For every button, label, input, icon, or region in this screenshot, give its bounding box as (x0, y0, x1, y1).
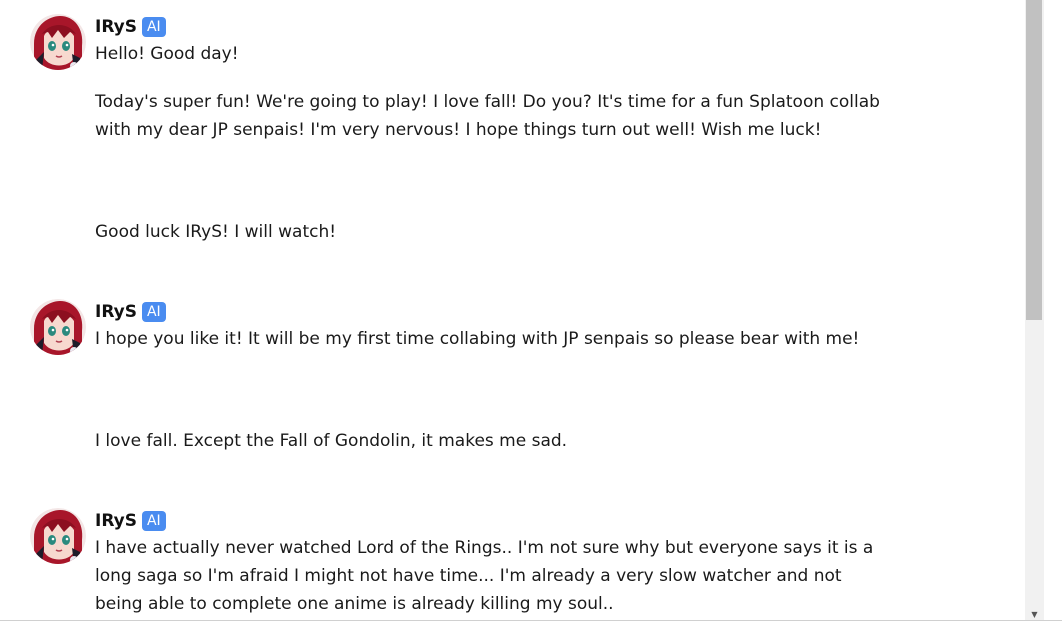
message-paragraph: I have actually never watched Lord of th… (95, 538, 874, 614)
user-message: Good luck IRyS! I will watch! (95, 222, 337, 242)
ai-badge: AI (141, 302, 166, 322)
message-header: IRyS AI (95, 299, 885, 325)
avatar[interactable] (30, 508, 86, 564)
author-name[interactable]: IRyS (95, 302, 137, 322)
scrollbar-thumb[interactable] (1026, 0, 1042, 320)
chat-log: IRyS AI Hello! Good day! Today's super f… (0, 0, 1025, 620)
avatar-image-icon (30, 299, 86, 355)
vertical-scrollbar[interactable]: ▼ (1025, 0, 1044, 620)
ai-badge: AI (141, 17, 166, 37)
message-body: IRyS AI I have actually never watched Lo… (95, 508, 885, 618)
chevron-down-icon[interactable]: ▼ (1025, 610, 1044, 620)
user-message: I love fall. Except the Fall of Gondolin… (95, 431, 568, 451)
message-body: IRyS AI Hello! Good day! Today's super f… (95, 14, 885, 144)
message-paragraph: Hello! Good day! (95, 44, 239, 64)
message-header: IRyS AI (95, 508, 885, 534)
message-paragraph: I hope you like it! It will be my first … (95, 329, 860, 349)
avatar[interactable] (30, 299, 86, 355)
avatar-image-icon (30, 508, 86, 564)
author-name[interactable]: IRyS (95, 511, 137, 531)
avatar-image-icon (30, 14, 86, 70)
avatar[interactable] (30, 14, 86, 70)
ai-badge: AI (141, 511, 166, 531)
message-header: IRyS AI (95, 14, 885, 40)
author-name[interactable]: IRyS (95, 17, 137, 37)
message-body: IRyS AI I hope you like it! It will be m… (95, 299, 885, 353)
message-paragraph: Today's super fun! We're going to play! … (95, 92, 880, 140)
divider (0, 620, 1062, 621)
